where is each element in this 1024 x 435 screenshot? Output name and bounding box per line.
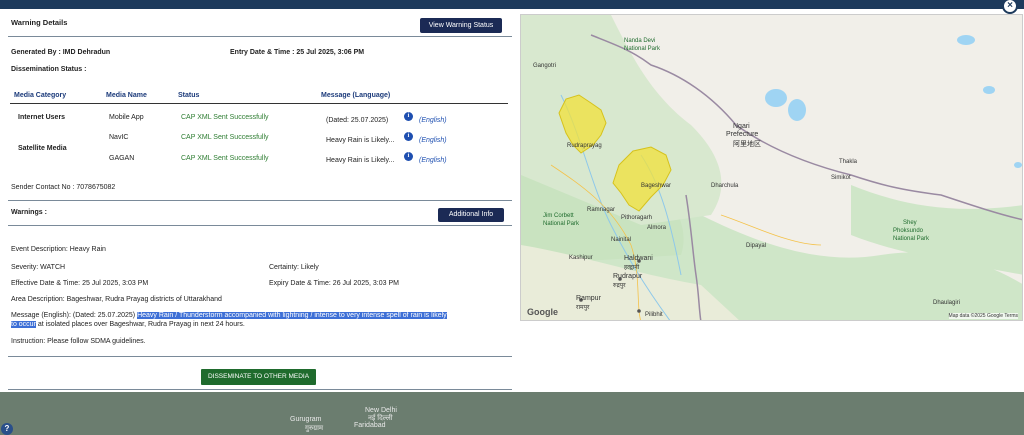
- warning-area-map[interactable]: Gangotri Nanda Devi National Park Ngari …: [520, 14, 1023, 321]
- map-label: Dipayal: [746, 243, 767, 249]
- col-header-status: Status: [178, 92, 200, 99]
- info-icon[interactable]: i: [404, 112, 413, 121]
- map-label: National Park: [543, 221, 580, 227]
- entry-datetime: Entry Date & Time : 25 Jul 2025, 3:06 PM: [230, 49, 365, 56]
- warnings-label: Warnings :: [11, 209, 47, 216]
- instruction: Instruction: Please follow SDMA guidelin…: [11, 338, 146, 345]
- language-mobile-app: (English): [419, 117, 447, 124]
- message-mobile-app: (Dated: 25.07.2025): [326, 117, 389, 124]
- generated-by: Generated By : IMD Dehradun: [11, 49, 111, 56]
- additional-info-button[interactable]: Additional Info: [438, 208, 504, 222]
- message-selected-text: Heavy Rain / Thunderstorm accompanied wi…: [137, 312, 447, 319]
- map-label: Nainital: [611, 237, 632, 243]
- map-label: Phoksundo: [893, 228, 924, 234]
- message-selected-text-continued: to occur: [11, 321, 36, 328]
- map-label: Dharchula: [711, 183, 739, 189]
- help-button[interactable]: ?: [1, 423, 13, 435]
- divider: [8, 389, 512, 390]
- warning-details-modal: Warning Details View Warning Status Gene…: [0, 9, 1024, 392]
- view-warning-status-button[interactable]: View Warning Status: [420, 18, 502, 33]
- map-label: Pilibhit: [645, 312, 663, 318]
- bg-map-label: नई दिल्ली: [368, 415, 393, 422]
- bg-map-label: गुरुग्राम: [305, 425, 324, 432]
- map-label: National Park: [893, 236, 930, 242]
- message-gagan: Heavy Rain is Likely...: [326, 157, 395, 164]
- map-label: Prefecture: [726, 131, 759, 138]
- map-label: Rudrapur: [613, 273, 643, 280]
- status-navic: CAP XML Sent Successfully: [181, 134, 269, 141]
- info-icon[interactable]: i: [404, 152, 413, 161]
- map-label: Haldwani: [624, 255, 653, 262]
- category-satellite-media: Satellite Media: [18, 145, 67, 152]
- map-label: Kashipur: [569, 255, 593, 261]
- sender-contact: Sender Contact No : 7078675082: [11, 184, 116, 191]
- warning-details-panel: Warning Details View Warning Status Gene…: [8, 9, 512, 392]
- disseminate-button[interactable]: DISSEMINATE TO OTHER MEDIA: [201, 369, 316, 385]
- map-label: Nanda Devi: [624, 38, 656, 44]
- map-label: National Park: [624, 46, 661, 52]
- status-gagan: CAP XML Sent Successfully: [181, 155, 269, 162]
- map-label: Rampur: [576, 295, 601, 302]
- section-title: Warning Details: [11, 18, 68, 27]
- divider: [8, 356, 512, 357]
- language-navic: (English): [419, 137, 447, 144]
- expiry-datetime: Expiry Date & Time: 26 Jul 2025, 3:03 PM: [269, 280, 399, 287]
- map-label: Ramnagar: [587, 207, 616, 213]
- map-label: Gangotri: [533, 63, 557, 69]
- map-label: 阿里地区: [733, 141, 761, 148]
- certainty: Certainty: Likely: [269, 264, 319, 271]
- map-label: Almora: [647, 225, 667, 231]
- map-label: Bageshwar: [641, 183, 672, 189]
- map-label: रामपुर: [576, 305, 590, 311]
- col-header-media-name: Media Name: [106, 92, 147, 99]
- divider: [8, 200, 512, 201]
- col-header-media-category: Media Category: [14, 92, 67, 99]
- map-canvas: [521, 15, 1022, 320]
- message-prefix: Message (English): (Dated: 25.07.2025): [11, 312, 138, 319]
- status-mobile-app: CAP XML Sent Successfully: [181, 114, 269, 121]
- area-description: Area Description: Bageshwar, Rudra Praya…: [11, 296, 222, 303]
- background-map: Gurugram गुरुग्राम Faridabad New Delhi न…: [0, 392, 1024, 435]
- map-label: हल्द्वानी: [624, 265, 640, 271]
- event-description: Event Description: Heavy Rain: [11, 246, 106, 253]
- map-label: Rudraprayag: [567, 143, 602, 149]
- effective-datetime: Effective Date & Time: 25 Jul 2025, 3:03…: [11, 280, 149, 287]
- dissemination-status-label: Dissemination Status :: [11, 66, 87, 73]
- bg-map-label: Faridabad: [354, 422, 386, 429]
- table-header-divider: [10, 103, 508, 104]
- google-logo: Google: [527, 307, 558, 317]
- warning-message: Message (English): (Dated: 25.07.2025) H…: [11, 311, 511, 329]
- map-label: Ngari: [733, 123, 750, 130]
- bg-map-label: Gurugram: [290, 416, 322, 423]
- severity: Severity: WATCH: [11, 264, 66, 271]
- col-header-message: Message (Language): [321, 92, 391, 99]
- bg-map-label: New Delhi: [365, 407, 397, 414]
- category-internet-users: Internet Users: [18, 114, 66, 121]
- map-label: Shey: [903, 220, 917, 226]
- map-label: रुद्रपुर: [613, 283, 626, 289]
- message-rest: at isolated places over Bageshwar, Rudra…: [35, 321, 245, 328]
- language-gagan: (English): [419, 157, 447, 164]
- map-label: Jim Corbett: [543, 213, 574, 219]
- map-attribution[interactable]: Map data ©2025 Google Terms: [948, 313, 1018, 319]
- media-name-navic: NavIC: [109, 134, 129, 141]
- info-icon[interactable]: i: [404, 132, 413, 141]
- message-navic: Heavy Rain is Likely...: [326, 137, 395, 144]
- divider: [8, 36, 512, 37]
- media-name-mobile-app: Mobile App: [109, 114, 144, 121]
- divider: [8, 225, 512, 226]
- map-label: Simikot: [831, 175, 851, 181]
- media-name-gagan: GAGAN: [109, 155, 135, 162]
- map-label: Dhaulagiri: [933, 300, 961, 306]
- map-label: Pithoragarh: [621, 215, 653, 221]
- map-label: Thakla: [839, 159, 858, 165]
